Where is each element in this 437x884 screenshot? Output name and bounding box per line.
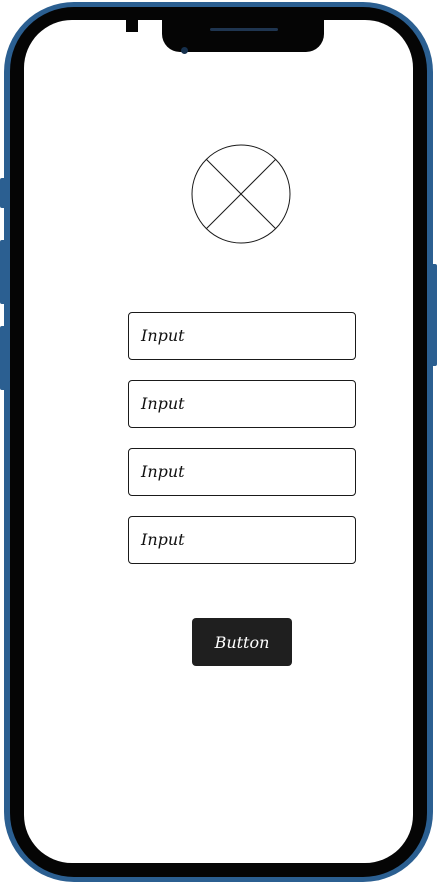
text-input-2[interactable]: Input [128, 380, 356, 428]
image-placeholder [191, 144, 291, 244]
notch-corner-left [126, 20, 138, 32]
phone-mockup: Input Input Input Input Button [0, 0, 437, 884]
image-placeholder-icon [191, 144, 291, 244]
text-input-1[interactable]: Input [128, 312, 356, 360]
primary-button[interactable]: Button [192, 618, 292, 666]
front-camera [181, 47, 188, 54]
phone-screen: Input Input Input Input Button [24, 20, 413, 863]
primary-button-label: Button [214, 632, 270, 652]
text-input-3[interactable]: Input [128, 448, 356, 496]
earpiece-speaker [210, 28, 278, 31]
text-input-4[interactable]: Input [128, 516, 356, 564]
